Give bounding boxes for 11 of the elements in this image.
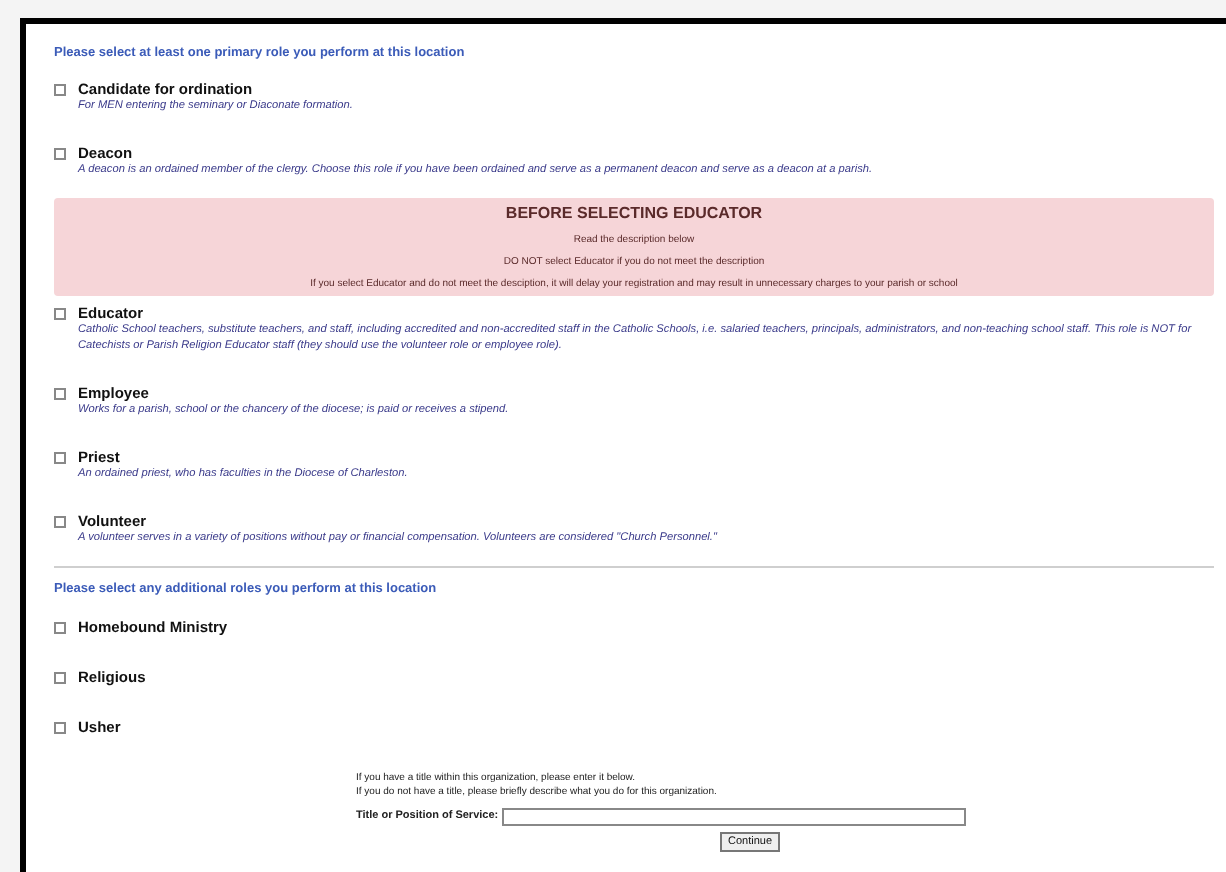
checkbox[interactable] — [54, 516, 66, 528]
checkbox[interactable] — [54, 621, 66, 633]
title-input-field[interactable] — [502, 808, 967, 826]
checkbox[interactable] — [54, 308, 66, 320]
checkbox[interactable] — [54, 84, 66, 96]
checkbox[interactable] — [54, 148, 66, 160]
checkbox[interactable] — [54, 721, 66, 733]
checkbox[interactable] — [54, 452, 66, 464]
checkbox[interactable] — [54, 671, 66, 683]
warning-heading: BEFORE SELECTING EDUCATOR — [505, 204, 763, 224]
checkbox[interactable] — [54, 388, 66, 400]
